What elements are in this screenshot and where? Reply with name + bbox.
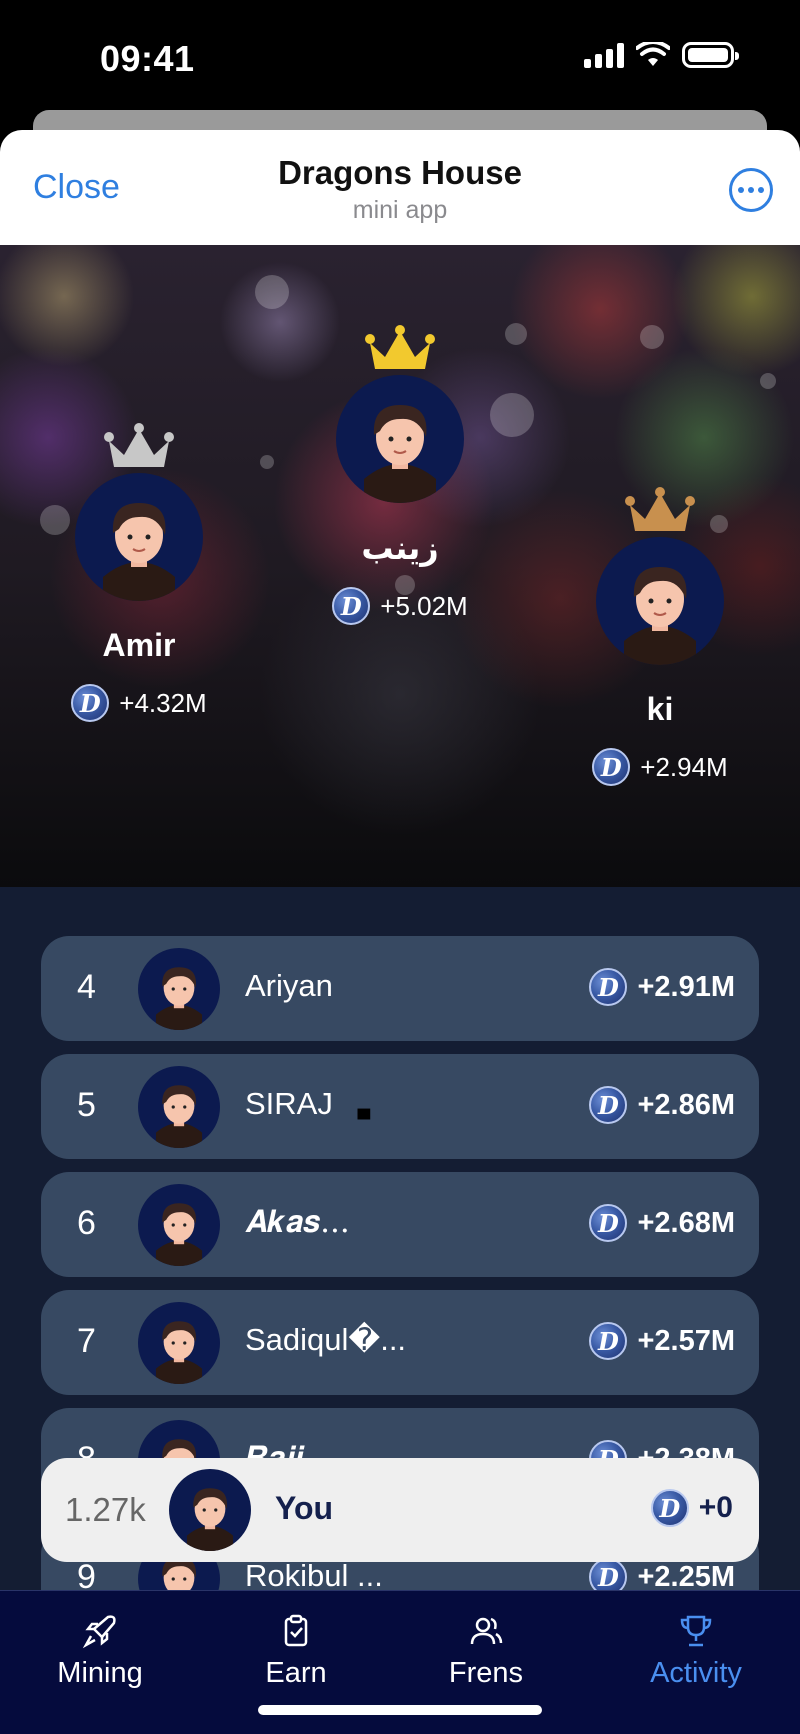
player-score: D +2.86M — [589, 1086, 735, 1124]
avatar — [138, 948, 220, 1030]
score-value: +5.02M — [380, 590, 468, 621]
avatar — [138, 1184, 220, 1266]
score-value: +2.25M — [637, 1560, 735, 1591]
clipboard-check-icon — [284, 1614, 308, 1647]
score-value: +2.86M — [637, 1088, 735, 1121]
avatar — [336, 375, 464, 503]
score-value: +2.57M — [637, 1324, 735, 1357]
dragon-coin-icon: D — [592, 748, 631, 786]
score-value: +0 — [698, 1491, 733, 1524]
users-icon — [470, 1617, 503, 1645]
leaderboard-row[interactable]: 6 𝑨𝒌𝒂𝒔... D +2.68M — [41, 1172, 759, 1277]
dragon-coin-icon: D — [589, 1558, 628, 1590]
dragon-coin-icon: D — [650, 1489, 689, 1527]
player-name: SIRAJ ▄ — [245, 1086, 370, 1122]
app-title: Dragons House — [278, 154, 522, 191]
player-score: D +2.94M — [540, 748, 780, 786]
score-value: +2.68M — [637, 1206, 735, 1239]
trophy-icon — [680, 1615, 712, 1647]
wifi-icon — [636, 42, 670, 66]
home-indicator[interactable] — [258, 1705, 542, 1715]
name-emoji: ▄ — [357, 1098, 371, 1118]
cellular-signal-icon — [584, 42, 624, 68]
podium-player-1[interactable]: زينب D +5.02M — [280, 325, 520, 625]
more-options-icon[interactable] — [729, 168, 773, 212]
bronze-crown-icon — [625, 487, 695, 531]
avatar — [596, 537, 724, 665]
avatar — [138, 1066, 220, 1148]
mini-app-header: Close Dragons House mini app — [0, 130, 800, 245]
rank-number: 6 — [77, 1204, 96, 1242]
status-icons — [584, 42, 739, 68]
current-user-card[interactable]: 1.27k You D +0 — [41, 1458, 759, 1562]
rank-number: 4 — [77, 968, 96, 1006]
player-score: D +2.57M — [589, 1322, 735, 1360]
player-name: Rokibul ... — [245, 1558, 383, 1590]
player-name-text: SIRAJ — [245, 1086, 333, 1121]
nav-item-earn[interactable]: Earn — [196, 1613, 396, 1690]
player-score: D +2.91M — [589, 968, 735, 1006]
leaderboard-row[interactable]: 7 Sadiqul�... D +2.57M — [41, 1290, 759, 1395]
dragon-coin-icon: D — [589, 1086, 628, 1124]
status-bar: 09:41 — [0, 0, 800, 110]
player-name: زينب — [361, 530, 439, 566]
avatar — [169, 1469, 251, 1551]
dragon-coin-icon: D — [589, 1322, 628, 1360]
score-value: +2.91M — [637, 970, 735, 1003]
player-score: D +5.02M — [280, 587, 520, 625]
gold-crown-icon — [365, 325, 435, 369]
current-user-score: D +0 — [650, 1489, 733, 1527]
nav-label: Mining — [57, 1657, 143, 1689]
rank-number: 7 — [77, 1322, 96, 1360]
score-value: +4.32M — [119, 687, 207, 718]
current-user-rank: 1.27k — [65, 1491, 146, 1528]
status-time: 09:41 — [100, 38, 195, 79]
nav-item-mining[interactable]: Mining — [0, 1613, 200, 1690]
nav-label: Frens — [448, 1657, 524, 1689]
leaderboard-row[interactable]: 5 SIRAJ ▄ D +2.86M — [41, 1054, 759, 1159]
player-name: Ariyan — [245, 968, 333, 1003]
player-name: 𝑨𝒌𝒂𝒔... — [245, 1204, 350, 1240]
score-value: +2.94M — [640, 751, 728, 782]
dragon-coin-icon: D — [589, 1204, 628, 1242]
battery-icon — [682, 42, 739, 68]
dragon-coin-icon: D — [332, 587, 371, 625]
dragon-coin-icon: D — [71, 684, 110, 722]
player-name: Amir — [102, 627, 176, 663]
player-name: ki — [646, 691, 674, 727]
avatar — [138, 1302, 220, 1384]
leaderboard-row[interactable]: 4 Ariyan D +2.91M — [41, 936, 759, 1041]
rank-number: 9 — [77, 1558, 96, 1590]
app-subtitle: mini app — [352, 196, 448, 224]
player-score: D +2.25M — [589, 1558, 735, 1590]
player-score: D +2.68M — [589, 1204, 735, 1242]
player-score: D +4.32M — [19, 684, 259, 722]
nav-item-frens[interactable]: Frens — [386, 1613, 586, 1690]
nav-label: Earn — [265, 1657, 327, 1689]
current-user-name: You — [275, 1490, 334, 1526]
nav-label: Activity — [650, 1657, 742, 1689]
player-name: Sadiqul�... — [245, 1322, 407, 1357]
rocket-icon — [82, 1615, 116, 1649]
dragon-coin-icon: D — [589, 968, 628, 1006]
podium-player-3[interactable]: ki D +2.94M — [540, 487, 780, 786]
avatar — [75, 473, 203, 601]
rank-number: 5 — [77, 1086, 96, 1124]
top-three-podium: Amir D +4.32M زينب D +5.02M ki D +2.94M — [0, 245, 800, 887]
podium-player-2[interactable]: Amir D +4.32M — [19, 423, 259, 722]
nav-item-activity[interactable]: Activity — [596, 1613, 796, 1690]
silver-crown-icon — [104, 423, 174, 467]
